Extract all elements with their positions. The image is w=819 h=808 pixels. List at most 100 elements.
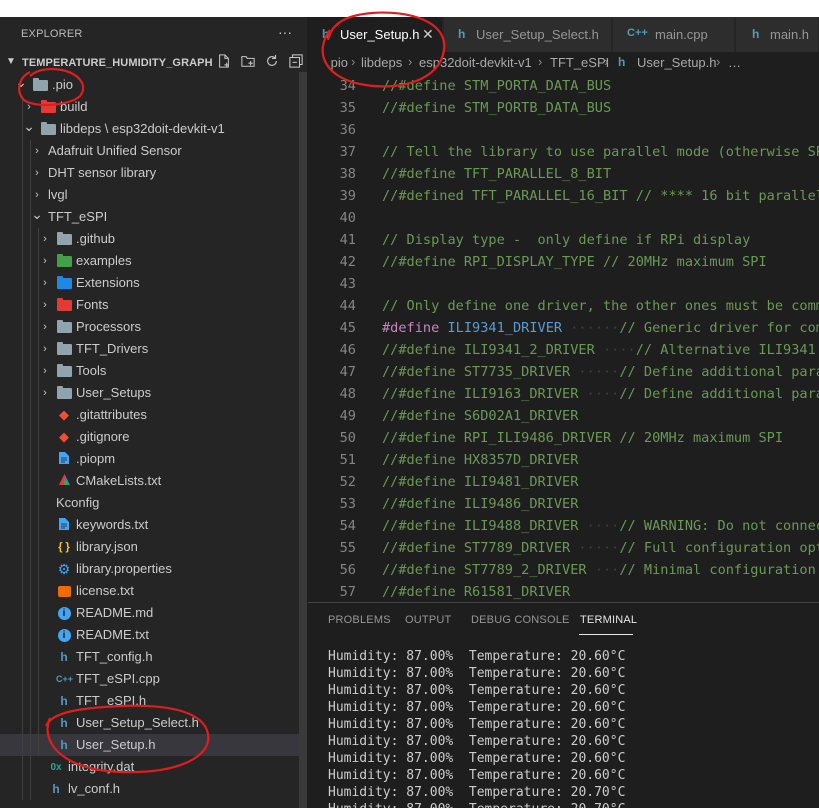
code-line[interactable]: 41 // Display type - only define if RPi d… <box>308 229 819 251</box>
code-text[interactable]: //#define S6D02A1_DRIVER <box>382 405 578 427</box>
tree-item-label[interactable]: license.txt <box>76 583 134 599</box>
chevron-right-icon[interactable]: › <box>30 143 44 159</box>
folder-tree-item[interactable]: › build <box>0 96 307 118</box>
folder-tree-item[interactable]: ⌄ .pio <box>0 74 307 96</box>
code-line[interactable]: 38 //#define TFT_PARALLEL_8_BIT <box>308 163 819 185</box>
file-tree-item[interactable]: h TFT_config.h <box>0 646 307 668</box>
refresh-icon[interactable] <box>261 54 283 72</box>
folder-tree-item[interactable]: › Tools <box>0 360 307 382</box>
tree-item-label[interactable]: TFT_eSPI.h <box>76 693 146 709</box>
code-text[interactable]: //#define ILI9486_DRIVER <box>382 493 578 515</box>
close-icon[interactable]: ✕ <box>422 26 434 43</box>
code-line[interactable]: 39 //#defined TFT_PARALLEL_16_BIT // ****… <box>308 185 819 207</box>
code-line[interactable]: 36 <box>308 119 819 141</box>
tab-output[interactable]: OUTPUT <box>405 614 451 626</box>
tab-user-setup-select-h[interactable]: h User_Setup_Select.h <box>444 17 612 52</box>
file-tree-item[interactable]: CMakeLists.txt <box>0 470 307 492</box>
file-tree-item[interactable]: ◆ .gitignore <box>0 426 307 448</box>
file-tree-item[interactable]: h User_Setup.h <box>0 734 307 756</box>
workspace-folder-title[interactable]: TEMPERATURE_HUMIDITY_GRAPH <box>22 57 213 69</box>
code-text[interactable]: // Only define one driver, the other one… <box>382 295 819 317</box>
chevron-right-icon[interactable]: › <box>38 363 52 379</box>
tree-item-label[interactable]: .piopm <box>76 451 115 467</box>
chevron-right-icon[interactable]: › <box>38 319 52 335</box>
workspace-folder-header[interactable]: ▼ TEMPERATURE_HUMIDITY_GRAPH <box>0 52 307 74</box>
more-actions-icon[interactable]: ··· <box>278 24 292 40</box>
tree-item-label[interactable]: libdeps \ esp32doit-devkit-v1 <box>60 121 225 137</box>
file-tree-item[interactable]: ⚙ library.properties <box>0 558 307 580</box>
chevron-right-icon[interactable]: › <box>22 99 36 115</box>
tree-item-label[interactable]: .pio <box>52 77 73 93</box>
breadcrumb-item[interactable]: .pio <box>327 55 348 70</box>
code-text[interactable]: //#define RPI_DISPLAY_TYPE // 20MHz maxi… <box>382 251 767 273</box>
chevron-right-icon[interactable]: › <box>30 187 44 203</box>
tree-item-label[interactable]: Tools <box>76 363 106 379</box>
code-editor[interactable]: 34 //#define STM_PORTA_DATA_BUS 35 //#defin… <box>308 74 819 602</box>
code-line[interactable]: 40 <box>308 207 819 229</box>
tree-item-label[interactable]: .gitattributes <box>76 407 147 423</box>
tree-item-label[interactable]: User_Setups <box>76 385 151 401</box>
new-folder-icon[interactable] <box>237 54 259 72</box>
tree-item-label[interactable]: .github <box>76 231 115 247</box>
code-line[interactable]: 45 #define ILI9341_DRIVER ······// Generi… <box>308 317 819 339</box>
file-tree-item[interactable]: i README.txt <box>0 624 307 646</box>
tree-item-label[interactable]: library.properties <box>76 561 172 577</box>
file-tree-item[interactable]: Kconfig <box>0 492 307 514</box>
file-tree-item[interactable]: 0x integrity.dat <box>0 756 307 778</box>
code-line[interactable]: 55 //#define ST7789_DRIVER ·····// Full c… <box>308 537 819 559</box>
breadcrumb-item[interactable]: TFT_eSPI <box>550 55 609 70</box>
code-text[interactable]: //#define ILI9488_DRIVER ····// WARNING:… <box>382 515 819 537</box>
code-text[interactable]: //#define ILI9163_DRIVER ····// Define a… <box>382 383 819 405</box>
folder-tree-item[interactable]: › TFT_Drivers <box>0 338 307 360</box>
code-text[interactable]: //#define HX8357D_DRIVER <box>382 449 578 471</box>
tab-main-h[interactable]: h main.h <box>736 17 819 52</box>
tab-label[interactable]: User_Setup_Select.h <box>476 27 599 42</box>
code-text[interactable]: //#define ILI9341_2_DRIVER ····// Altern… <box>382 339 819 361</box>
breadcrumb-item[interactable]: esp32doit-devkit-v1 <box>419 55 532 70</box>
tree-item-label[interactable]: TFT_eSPI.cpp <box>76 671 160 687</box>
folder-tree-item[interactable]: › Processors <box>0 316 307 338</box>
tree-item-label[interactable]: CMakeLists.txt <box>76 473 161 489</box>
chevron-right-icon[interactable]: › <box>38 253 52 269</box>
file-tree-item[interactable]: { } library.json <box>0 536 307 558</box>
folder-tree-item[interactable]: › Adafruit Unified Sensor <box>0 140 307 162</box>
file-tree-item[interactable]: license.txt <box>0 580 307 602</box>
code-line[interactable]: 35 //#define STM_PORTB_DATA_BUS <box>308 97 819 119</box>
file-tree-item[interactable]: .piopm <box>0 448 307 470</box>
tree-item-label[interactable]: Adafruit Unified Sensor <box>48 143 182 159</box>
tab-label[interactable]: main.cpp <box>655 27 708 42</box>
tab-terminal[interactable]: TERMINAL <box>580 614 637 626</box>
folder-tree-item[interactable]: ⌄ TFT_eSPI <box>0 206 307 228</box>
new-file-icon[interactable] <box>213 54 235 72</box>
tree-item-label[interactable]: .gitignore <box>76 429 129 445</box>
code-text[interactable]: //#define R61581_DRIVER <box>382 581 570 602</box>
chevron-right-icon[interactable]: › <box>38 385 52 401</box>
tree-item-label[interactable]: lv_conf.h <box>68 781 120 797</box>
chevron-down-icon[interactable]: ⌄ <box>14 74 28 90</box>
file-tree-item[interactable]: keywords.txt <box>0 514 307 536</box>
tree-item-label[interactable]: examples <box>76 253 132 269</box>
file-tree-item[interactable]: h TFT_eSPI.h <box>0 690 307 712</box>
tree-item-label[interactable]: README.txt <box>76 627 149 643</box>
tree-item-label[interactable]: TFT_config.h <box>76 649 153 665</box>
collapse-all-icon[interactable] <box>285 54 307 72</box>
breadcrumb-item[interactable]: User_Setup.h <box>637 55 717 70</box>
code-line[interactable]: 34 //#define STM_PORTA_DATA_BUS <box>308 75 819 97</box>
code-line[interactable]: 52 //#define ILI9481_DRIVER <box>308 471 819 493</box>
code-text[interactable]: //#defined TFT_PARALLEL_16_BIT // **** 1… <box>382 185 819 207</box>
breadcrumb-item[interactable]: … <box>728 55 741 70</box>
tree-item-label[interactable]: Kconfig <box>56 495 99 511</box>
code-line[interactable]: 56 //#define ST7789_2_DRIVER ···// Minima… <box>308 559 819 581</box>
code-text[interactable]: //#define ILI9481_DRIVER <box>382 471 578 493</box>
tree-item-label[interactable]: integrity.dat <box>68 759 134 775</box>
code-line[interactable]: 54 //#define ILI9488_DRIVER ····// WARNIN… <box>308 515 819 537</box>
tree-item-label[interactable]: TFT_eSPI <box>48 209 107 225</box>
tree-item-label[interactable]: README.md <box>76 605 153 621</box>
folder-tree-item[interactable]: › examples <box>0 250 307 272</box>
tree-item-label[interactable]: keywords.txt <box>76 517 148 533</box>
code-line[interactable]: 43 <box>308 273 819 295</box>
code-line[interactable]: 57 //#define R61581_DRIVER <box>308 581 819 602</box>
tree-item-label[interactable]: User_Setup_Select.h <box>76 715 199 731</box>
chevron-right-icon[interactable]: › <box>38 275 52 291</box>
code-text[interactable]: // Tell the library to use parallel mode… <box>382 141 819 163</box>
